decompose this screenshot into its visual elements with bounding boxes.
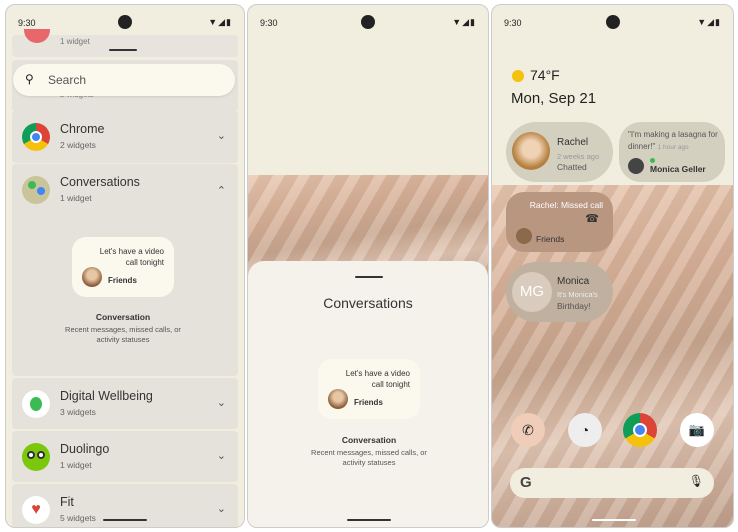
chevron-down-icon[interactable]: ⌄ xyxy=(217,396,226,409)
preview-message: Let's have a video call tonight xyxy=(345,369,410,389)
monica-quote-widget[interactable]: "I'm making a lasagna for dinner!" 1 hou… xyxy=(619,122,725,182)
widget-title: Conversation xyxy=(341,435,397,445)
clock-app-icon[interactable]: ◔ xyxy=(568,413,602,447)
fit-heart-icon: ♥ xyxy=(22,495,50,524)
widget-description: Recent messages, missed calls, or activi… xyxy=(311,448,427,467)
widget-count: 1 widget xyxy=(60,193,92,203)
search-input[interactable]: ⚲ Search xyxy=(13,64,235,96)
status-text: Chatted xyxy=(557,162,587,172)
birthday-text: Birthday! xyxy=(557,301,591,311)
widget-label: Conversation Recent messages, missed call… xyxy=(269,435,469,468)
nav-handle[interactable] xyxy=(103,519,147,521)
widget-count: 5 widgets xyxy=(60,513,96,523)
group-avatar xyxy=(516,228,532,244)
app-row-chrome[interactable]: Chrome 2 widgets ⌄ xyxy=(12,111,238,163)
contact-name: Monica Geller xyxy=(650,164,706,174)
monica-birthday-widget[interactable]: MG Monica It's Monica's Birthday! xyxy=(506,262,613,322)
chrome-icon[interactable] xyxy=(623,413,657,447)
chevron-down-icon[interactable]: ⌄ xyxy=(217,129,226,142)
timestamp: 1 hour ago xyxy=(657,144,689,151)
chevron-down-icon[interactable]: ⌄ xyxy=(217,502,226,515)
camera-icon[interactable]: 📷 xyxy=(680,413,714,447)
avatar xyxy=(628,158,644,174)
app-row-conversations[interactable]: Conversations 1 widget ⌃ Let's have a vi… xyxy=(12,164,238,376)
nav-handle[interactable] xyxy=(347,519,391,521)
avatar xyxy=(512,132,550,170)
widget-count: 2 widgets xyxy=(60,140,96,150)
avatar xyxy=(82,267,102,287)
status-icons: ▼◢▮ xyxy=(452,17,476,27)
widget-label: Conversation Recent messages, missed call… xyxy=(23,312,223,345)
timestamp: 2 weeks ago xyxy=(557,152,600,161)
widget-title: Conversation xyxy=(95,312,151,322)
app-name: Conversations xyxy=(60,175,140,189)
camera-cutout xyxy=(605,15,620,29)
status-icons: ▼◢▮ xyxy=(697,17,721,27)
chrome-icon xyxy=(22,123,50,151)
chevron-down-icon[interactable]: ⌄ xyxy=(217,449,226,462)
drag-handle[interactable] xyxy=(355,276,383,278)
nav-handle[interactable] xyxy=(592,519,636,521)
status-bar: 9:30 ▼◢▮ xyxy=(492,5,733,41)
widget-count: 3 widgets xyxy=(60,407,96,417)
conversation-widget-preview[interactable]: Let's have a video call tonight Friends xyxy=(72,237,174,297)
phone-home-screen: 9:30 ▼◢▮ 74°F Mon, Sep 21 Rachel 2 weeks … xyxy=(491,4,734,528)
bottom-sheet: Conversations Let's have a video call to… xyxy=(248,261,488,527)
preview-message: Let's have a video call tonight xyxy=(99,247,164,267)
group-name: Friends xyxy=(536,234,565,244)
app-name: Fit xyxy=(60,495,74,509)
search-placeholder: Search xyxy=(48,73,87,87)
sun-icon xyxy=(512,70,524,82)
phone-widget-sheet: 9:30 ▼◢▮ Conversations Let's have a video… xyxy=(247,4,489,528)
partial-row-top: 1 widget xyxy=(12,29,238,57)
conversation-widget-preview[interactable]: Let's have a video call tonight Friends xyxy=(318,359,420,419)
contact-name: Monica xyxy=(557,276,590,287)
status-icons: ▼◢▮ xyxy=(208,17,232,27)
status-bar: 9:30 ▼◢▮ xyxy=(248,5,488,41)
date[interactable]: Mon, Sep 21 xyxy=(511,90,596,107)
clock: 9:30 xyxy=(504,18,522,28)
preview-group: Friends xyxy=(354,398,383,407)
avatar xyxy=(328,389,348,409)
search-icon: ⚲ xyxy=(25,72,34,86)
missed-call-widget[interactable]: Rachel: Missed call ☎ Friends xyxy=(506,192,613,252)
online-dot xyxy=(650,158,655,163)
app-name: Chrome xyxy=(60,122,105,136)
missed-call-icon: ☎ xyxy=(585,213,599,225)
duolingo-icon xyxy=(22,442,50,471)
weather-temp[interactable]: 74°F xyxy=(530,67,560,83)
digital-wellbeing-icon xyxy=(22,389,50,418)
contact-name: Rachel xyxy=(557,137,589,148)
app-name: Duolingo xyxy=(60,442,110,456)
rachel-conversation-widget[interactable]: Rachel 2 weeks ago Chatted xyxy=(506,122,613,182)
camera-cutout xyxy=(118,15,132,29)
conversations-icon xyxy=(22,176,50,204)
birthday-text: It's Monica's xyxy=(557,290,598,299)
preview-group: Friends xyxy=(108,276,137,285)
missed-call-text: Rachel: Missed call xyxy=(529,200,603,210)
clock: 9:30 xyxy=(260,18,278,28)
phone-widget-picker: 9:30 ▼◢▮ 1 widget 2 widgets ⚲ Search Chro… xyxy=(5,4,245,528)
clock: 9:30 xyxy=(18,18,36,28)
mic-icon[interactable]: 🎙 xyxy=(689,474,704,488)
app-row-fit[interactable]: ♥ Fit 5 widgets ⌄ xyxy=(12,484,238,527)
app-row-digital-wellbeing[interactable]: Digital Wellbeing 3 widgets ⌄ xyxy=(12,378,238,429)
drag-handle[interactable] xyxy=(109,49,137,51)
chevron-up-icon[interactable]: ⌃ xyxy=(217,184,226,197)
camera-cutout xyxy=(361,15,375,29)
google-logo: G xyxy=(520,474,532,491)
widget-count: 1 widget xyxy=(60,460,92,470)
widget-description: Recent messages, missed calls, or activi… xyxy=(65,325,181,344)
initials-avatar: MG xyxy=(512,272,552,312)
widget-count: 1 widget xyxy=(60,37,90,46)
google-search-bar[interactable]: G 🎙 xyxy=(510,468,714,498)
app-name: Digital Wellbeing xyxy=(60,389,153,403)
app-icon xyxy=(24,29,50,43)
sheet-title: Conversations xyxy=(323,295,413,311)
phone-icon[interactable]: ✆ xyxy=(511,413,545,447)
app-row-duolingo[interactable]: Duolingo 1 widget ⌄ xyxy=(12,431,238,482)
